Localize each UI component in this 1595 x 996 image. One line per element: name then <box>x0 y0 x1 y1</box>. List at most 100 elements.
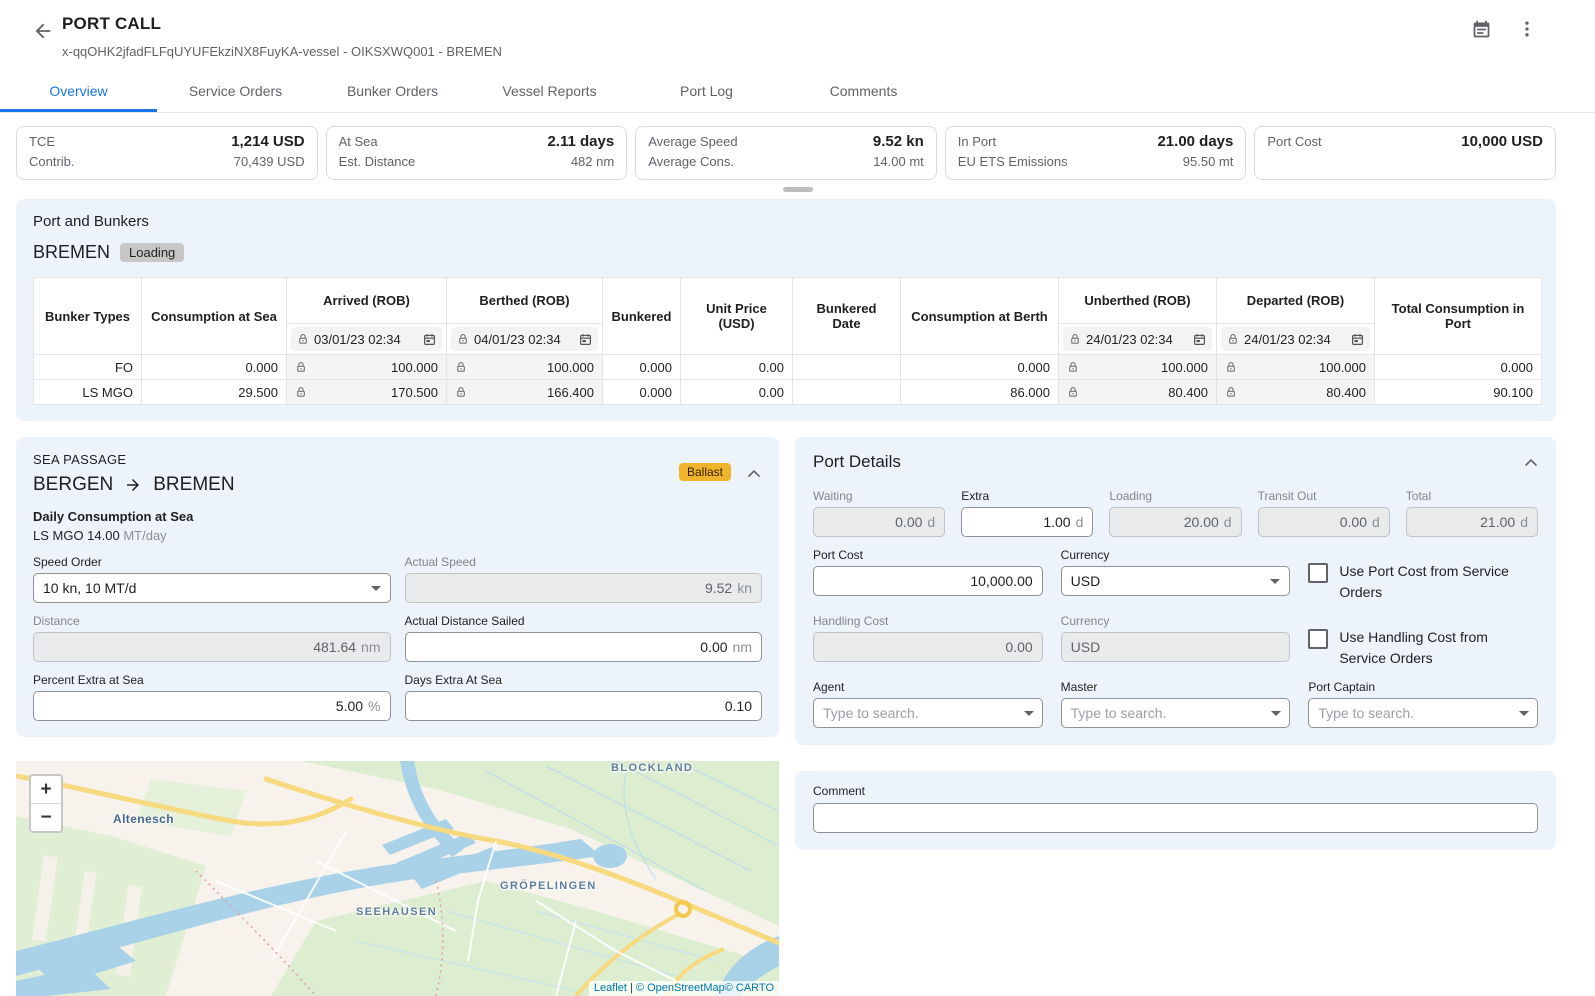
agent-input[interactable] <box>813 698 1043 728</box>
tab-port-log[interactable]: Port Log <box>628 70 785 112</box>
status-badge-loading: Loading <box>120 243 184 262</box>
tab-bar: Overview Service Orders Bunker Orders Ve… <box>0 70 1595 113</box>
percent-extra-field: Percent Extra at Sea 5.00% <box>33 673 391 721</box>
stats-drag-handle[interactable] <box>783 187 813 192</box>
transit-out-input: 0.00d <box>1258 507 1390 537</box>
stat-value: 9.52 kn <box>873 132 924 152</box>
route-from: BERGEN <box>33 474 113 496</box>
port-cost-input[interactable]: 10,000.00 <box>813 566 1043 596</box>
map-zoom-control: + − <box>29 774 63 833</box>
transit-out-field: Transit Out 0.00d <box>1258 489 1390 537</box>
section-title: SEA PASSAGE <box>33 452 762 467</box>
lock-icon <box>295 385 307 399</box>
collapse-chevron-up-icon[interactable] <box>1520 452 1542 474</box>
chevron-down-icon <box>1024 711 1034 716</box>
bunker-type: FO <box>34 355 142 380</box>
tab-service-orders[interactable]: Service Orders <box>157 70 314 112</box>
chevron-down-icon <box>1519 711 1529 716</box>
stat-value: 2.11 days <box>547 132 614 152</box>
use-handling-checkbox[interactable] <box>1308 629 1328 649</box>
fo-bunkered-date[interactable] <box>793 355 901 380</box>
comment-input[interactable] <box>813 803 1538 833</box>
lsmgo-departed-rob[interactable]: 80.400 <box>1217 380 1375 405</box>
actual-speed-field: Actual Speed 9.52kn <box>405 555 763 603</box>
fo-bunkered[interactable]: 0.000 <box>603 355 681 380</box>
tab-overview[interactable]: Overview <box>0 70 157 112</box>
carto-link[interactable]: © CARTO <box>725 982 774 994</box>
lsmgo-berthed-rob[interactable]: 166.400 <box>447 380 603 405</box>
lsmgo-unit-price[interactable]: 0.00 <box>681 380 793 405</box>
section-title: Port and Bunkers <box>33 213 1539 230</box>
zoom-in-button[interactable]: + <box>31 776 61 804</box>
port-map[interactable]: BLOCKLAND Altenesch GRÖPELINGEN SEEHAUSE… <box>16 761 779 996</box>
calendar-icon <box>1193 333 1206 346</box>
speed-order-select[interactable]: 10 kn, 10 MT/d <box>33 573 391 603</box>
collapse-chevron-up-icon[interactable] <box>743 463 765 485</box>
stat-label: At Sea <box>339 132 378 152</box>
fo-berthed-rob[interactable]: 100.000 <box>447 355 603 380</box>
checkbox-label: Use Handling Cost from Service Orders <box>1339 627 1538 669</box>
port-details-panel: Port Details Waiting 0.00d Extra 1.00d L… <box>795 437 1556 745</box>
fo-consumption-at-sea: 0.000 <box>142 355 287 380</box>
col-header: Total Consumption in Port <box>1375 278 1542 355</box>
lsmgo-unberthed-rob[interactable]: 80.400 <box>1059 380 1217 405</box>
checkbox-label: Use Port Cost from Service Orders <box>1339 561 1538 603</box>
port-captain-input[interactable] <box>1308 698 1538 728</box>
route-to: BREMEN <box>153 474 234 496</box>
loading-input: 20.00d <box>1109 507 1241 537</box>
port-and-bunkers-panel: Port and Bunkers BREMEN Loading Bunker T… <box>16 199 1556 421</box>
page-header: PORT CALL x-qqOHK2jfadFLFqUYUFEkziNX8Fuy… <box>0 0 1595 70</box>
lsmgo-arrived-rob[interactable]: 170.500 <box>287 380 447 405</box>
leaflet-link[interactable]: Leaflet <box>594 982 627 994</box>
page-subtitle: x-qqOHK2jfadFLFqUYUFEkziNX8FuyKA-vessel … <box>62 44 502 59</box>
comment-label: Comment <box>813 784 1538 798</box>
stat-label: Est. Distance <box>339 152 416 172</box>
stat-value: 21.00 days <box>1157 132 1233 152</box>
port-name: BREMEN <box>33 242 110 263</box>
back-button[interactable] <box>30 18 56 44</box>
zoom-out-button[interactable]: − <box>31 804 61 831</box>
event-note-icon[interactable] <box>1470 18 1492 40</box>
kebab-menu-icon[interactable] <box>1516 18 1538 40</box>
days-extra-input[interactable]: 0.10 <box>405 691 763 721</box>
total-input: 21.00d <box>1406 507 1538 537</box>
stat-card-at-sea: At Sea2.11 days Est. Distance482 nm <box>326 126 628 180</box>
map-label-gropelingen: GRÖPELINGEN <box>500 880 597 892</box>
comment-panel: Comment <box>795 771 1556 850</box>
fo-unberthed-rob[interactable]: 100.000 <box>1059 355 1217 380</box>
departed-date-input[interactable]: 24/01/23 02:34 <box>1221 327 1370 351</box>
unberthed-date-input[interactable]: 24/01/23 02:34 <box>1063 327 1212 351</box>
tab-vessel-reports[interactable]: Vessel Reports <box>471 70 628 112</box>
col-header: Bunker Types <box>34 278 142 355</box>
lock-icon <box>295 360 307 374</box>
port-cost-currency-field: Currency USD <box>1061 548 1291 596</box>
stat-label: EU ETS Emissions <box>958 152 1068 172</box>
lock-icon <box>1067 385 1079 399</box>
fo-departed-rob[interactable]: 100.000 <box>1217 355 1375 380</box>
stat-card-average-speed: Average Speed9.52 kn Average Cons.14.00 … <box>635 126 937 180</box>
lsmgo-bunkered[interactable]: 0.000 <box>603 380 681 405</box>
port-captain-field: Port Captain <box>1308 680 1538 728</box>
stat-value: 95.50 mt <box>1183 152 1234 172</box>
berthed-date-input[interactable]: 04/01/23 02:34 <box>451 327 598 351</box>
tab-comments[interactable]: Comments <box>785 70 942 112</box>
master-input[interactable] <box>1061 698 1291 728</box>
fo-arrived-rob[interactable]: 100.000 <box>287 355 447 380</box>
osm-link[interactable]: © OpenStreetMap <box>636 982 725 994</box>
percent-extra-input[interactable]: 5.00% <box>33 691 391 721</box>
stat-value: 1,214 USD <box>231 132 304 152</box>
arrived-date-input[interactable]: 03/01/23 02:34 <box>291 327 442 351</box>
lsmgo-bunkered-date[interactable] <box>793 380 901 405</box>
actual-distance-input[interactable]: 0.00nm <box>405 632 763 662</box>
port-cost-currency-select[interactable]: USD <box>1061 566 1291 596</box>
extra-input[interactable]: 1.00d <box>961 507 1093 537</box>
fo-total-consumption: 0.000 <box>1375 355 1542 380</box>
stat-label: Port Cost <box>1267 132 1321 152</box>
fo-unit-price[interactable]: 0.00 <box>681 355 793 380</box>
use-port-cost-checkbox[interactable] <box>1308 563 1328 583</box>
stat-label: TCE <box>29 132 55 152</box>
distance-input: 481.64nm <box>33 632 391 662</box>
col-header: Unit Price (USD) <box>681 278 793 355</box>
bunkers-table: Bunker Types Consumption at Sea Arrived … <box>33 277 1542 405</box>
tab-bunker-orders[interactable]: Bunker Orders <box>314 70 471 112</box>
